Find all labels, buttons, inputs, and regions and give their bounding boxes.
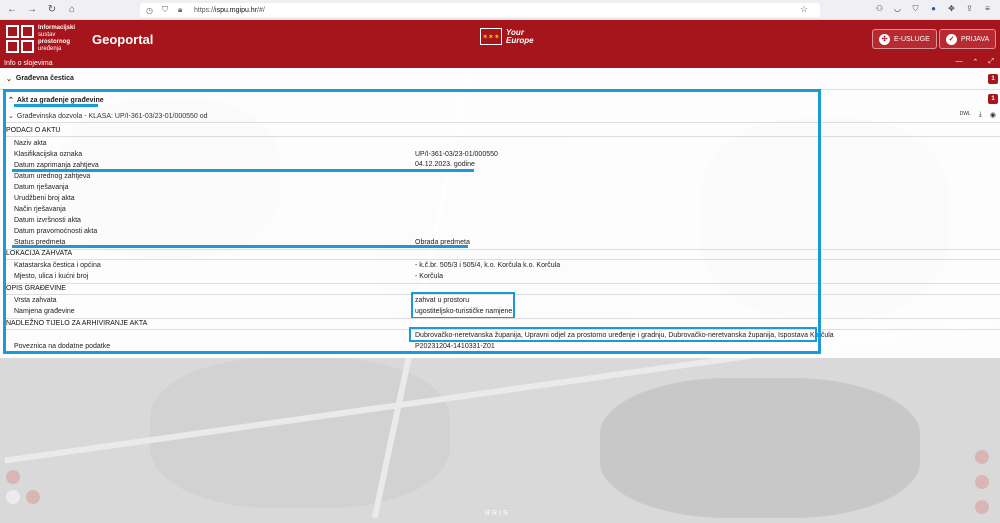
browser-toolbar: ← → ↻ ⌂ ◷ ⛉ 🔒︎ https://ispu.mgipu.hr/#/ … bbox=[0, 0, 1000, 20]
globe-icon: ✣ bbox=[879, 33, 890, 45]
map-tool-icon[interactable] bbox=[975, 475, 989, 489]
account-icon[interactable]: ⚇ bbox=[875, 4, 884, 14]
history-icon: ◷ bbox=[146, 5, 153, 15]
map-tool-icon[interactable] bbox=[6, 470, 20, 484]
url-prefix: https:// bbox=[194, 6, 216, 14]
e-usluge-button[interactable]: ✣ E-USLUGE bbox=[872, 29, 937, 49]
reload-icon[interactable]: ↻ bbox=[44, 2, 60, 18]
dozvola-actions: DWL ⤓ ◉ bbox=[960, 111, 996, 119]
download-icon[interactable]: ⤓ bbox=[979, 111, 982, 119]
logo-text: Informacijski sustav prostornog uređenja bbox=[38, 25, 76, 52]
extension-dot-icon[interactable]: ● bbox=[929, 4, 938, 14]
home-icon[interactable]: ⌂ bbox=[64, 2, 80, 18]
highlight-frame bbox=[3, 89, 821, 354]
app-header: Informacijski sustav prostornog uređenja… bbox=[0, 20, 1000, 58]
url-path: /#/ bbox=[257, 6, 265, 14]
eu-flag-icon: ✶✶✶ bbox=[480, 28, 502, 45]
extensions-bar: ⚇ ◡ ⛉ ● ✥ ⇪ ≡ bbox=[875, 4, 992, 14]
dwl-icon[interactable]: DWL bbox=[960, 111, 971, 119]
check-icon: ✓ bbox=[946, 33, 957, 45]
collapse-icon[interactable]: ⌃ bbox=[973, 58, 979, 66]
pocket-icon[interactable]: ◡ bbox=[893, 4, 902, 14]
map-attribution: RRIS bbox=[485, 510, 510, 517]
panel-bar-title: Info o slojevima bbox=[4, 59, 53, 67]
bookmark-star-icon[interactable]: ☆ bbox=[800, 4, 808, 15]
section-title: Građevna čestica bbox=[15, 75, 74, 82]
section-gradevna-cestica[interactable]: ⌄ Građevna čestica 1 bbox=[0, 68, 1000, 90]
menu-icon[interactable]: ≡ bbox=[983, 4, 992, 14]
minimize-icon[interactable]: — bbox=[956, 58, 963, 66]
info-icon[interactable] bbox=[6, 490, 20, 504]
akt-count-badge: 1 bbox=[988, 94, 998, 104]
map-tool-icon[interactable] bbox=[975, 450, 989, 464]
back-icon[interactable]: ← bbox=[4, 2, 20, 18]
map-tool-icon[interactable] bbox=[26, 490, 40, 504]
puzzle-icon[interactable]: ✥ bbox=[947, 4, 956, 14]
app-title: Geoportal bbox=[92, 31, 154, 47]
info-panel-bar: Info o slojevima — ⌃ ⤢ bbox=[0, 58, 1000, 68]
url-host: ispu.mgipu.hr bbox=[215, 6, 258, 14]
map-tool-icon[interactable] bbox=[975, 500, 989, 514]
prijava-button[interactable]: ✓ PRIJAVA bbox=[939, 29, 997, 49]
shield-icon: ⛉ bbox=[162, 5, 168, 14]
shield-ext-icon[interactable]: ⛉ bbox=[911, 4, 920, 14]
your-europe-logo[interactable]: ✶✶✶ Your Europe bbox=[480, 28, 534, 45]
chevron-down-icon: ⌄ bbox=[6, 75, 12, 83]
address-bar[interactable]: ◷ ⛉ 🔒︎ https://ispu.mgipu.hr/#/ ☆ bbox=[140, 3, 820, 17]
share-icon[interactable]: ⇪ bbox=[965, 4, 974, 14]
forward-icon[interactable]: → bbox=[24, 2, 40, 18]
ispu-logo-icon bbox=[6, 25, 34, 53]
count-badge: 1 bbox=[988, 73, 998, 84]
fullscreen-icon[interactable]: ⤢ bbox=[988, 58, 994, 66]
lock-icon: 🔒︎ bbox=[178, 5, 183, 14]
eye-icon[interactable]: ◉ bbox=[990, 111, 996, 119]
